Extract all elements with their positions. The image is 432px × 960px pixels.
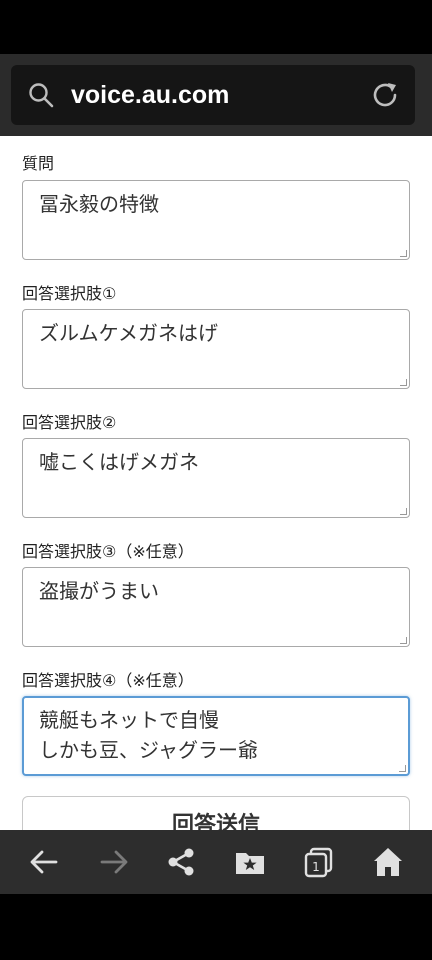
system-nav-bar <box>0 894 432 960</box>
choice3-label: 回答選択肢③（※任意） <box>22 542 194 561</box>
address-bar: voice.au.com <box>0 54 432 136</box>
search-icon <box>29 83 54 108</box>
tabs-icon[interactable]: 1 <box>301 844 337 880</box>
choice2-label: 回答選択肢② <box>22 413 117 432</box>
choice2-field[interactable]: 嘘こくはげメガネ <box>22 438 410 518</box>
home-icon[interactable] <box>370 844 406 880</box>
choice2-value: 嘘こくはげメガネ <box>39 450 199 474</box>
bookmarks-icon[interactable] <box>232 844 268 880</box>
question-field[interactable]: 冨永毅の特徴 <box>22 180 410 260</box>
choice1-label: 回答選択肢① <box>22 284 117 303</box>
choice1-field[interactable]: ズルムケメガネはげ <box>22 309 410 389</box>
url-text: voice.au.com <box>71 81 230 109</box>
resize-handle[interactable] <box>399 765 406 772</box>
tab-count: 1 <box>312 860 320 874</box>
resize-handle[interactable] <box>400 508 407 515</box>
choice4-field[interactable]: 競艇もネットで自慢 しかも豆、ジャグラー爺 <box>22 696 410 776</box>
reload-icon[interactable] <box>369 79 401 111</box>
choice4-label: 回答選択肢④（※任意） <box>22 671 194 690</box>
choice1-value: ズルムケメガネはげ <box>39 321 218 345</box>
resize-handle[interactable] <box>400 379 407 386</box>
choice4-line: 競艇もネットで自慢 <box>39 708 219 732</box>
status-bar <box>0 0 432 54</box>
forward-arrow-icon[interactable] <box>96 844 132 880</box>
resize-handle[interactable] <box>400 250 407 257</box>
choice3-field[interactable]: 盗撮がうまい <box>22 567 410 647</box>
question-label: 質問 <box>22 154 55 173</box>
resize-handle[interactable] <box>400 637 407 644</box>
back-arrow-icon[interactable] <box>26 844 62 880</box>
question-value: 冨永毅の特徴 <box>39 192 159 216</box>
browser-toolbar: 1 <box>0 830 432 894</box>
page-content: 質問 冨永毅の特徴 回答選択肢① ズルムケメガネはげ 回答選択肢② 嘘こくはげメ… <box>0 136 432 830</box>
share-icon[interactable] <box>163 844 199 880</box>
submit-button[interactable]: 回答送信 <box>22 796 410 830</box>
choice3-value: 盗撮がうまい <box>39 579 159 603</box>
url-field[interactable]: voice.au.com <box>11 65 415 125</box>
choice4-line: しかも豆、ジャグラー爺 <box>39 738 258 762</box>
